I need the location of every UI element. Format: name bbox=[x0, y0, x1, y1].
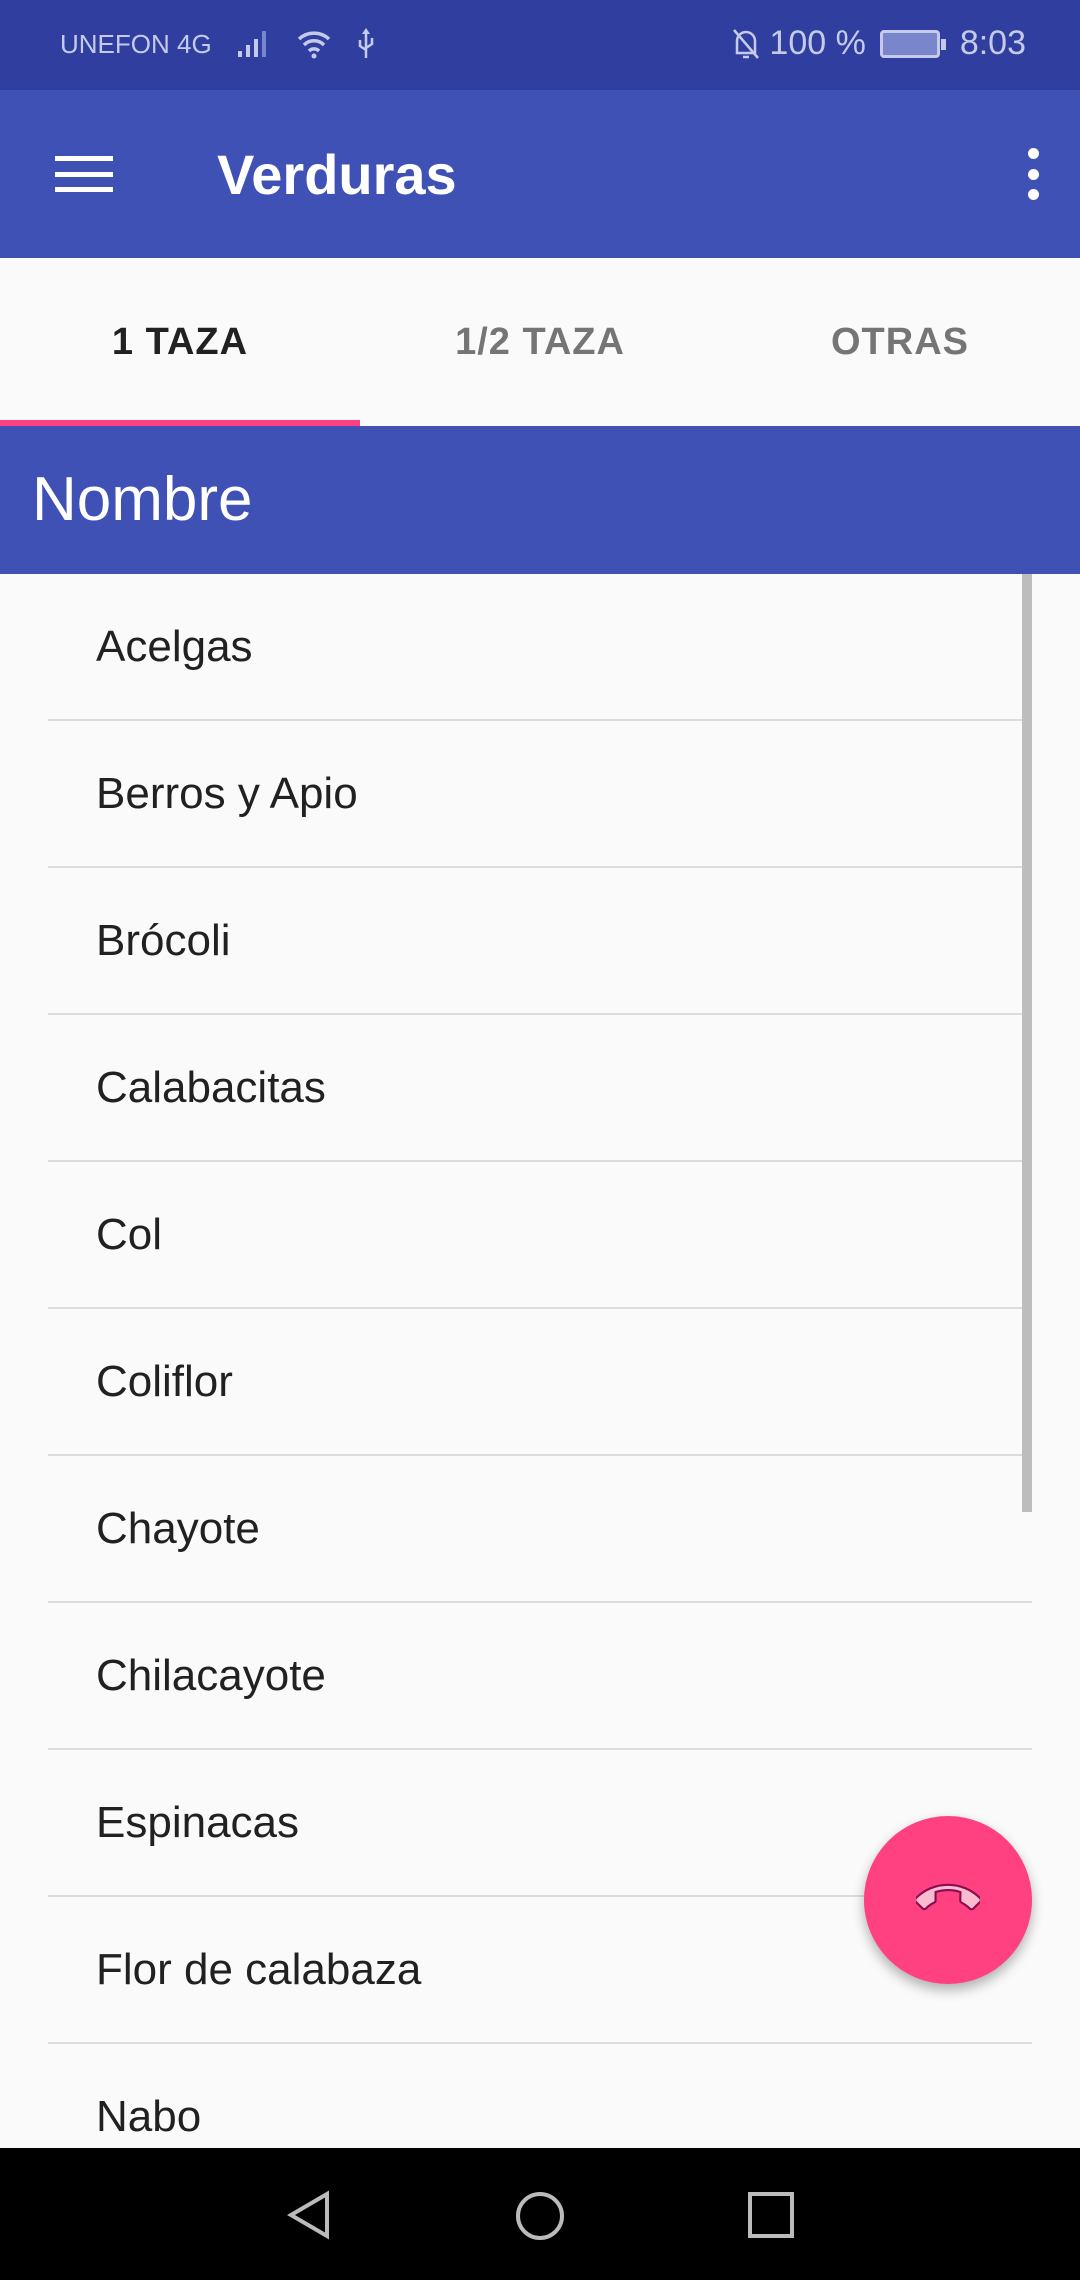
list-item[interactable]: Brócoli bbox=[48, 868, 1032, 1015]
app-bar: Verduras bbox=[0, 90, 1080, 258]
tab-1-taza[interactable]: 1 TAZA bbox=[0, 258, 360, 426]
navigation-bar bbox=[0, 2148, 1080, 2280]
carrier-label: UNEFON 4G bbox=[60, 28, 212, 59]
list-item[interactable]: Calabacitas bbox=[48, 1015, 1032, 1162]
battery-percent: 100 % bbox=[769, 24, 866, 62]
hamburger-icon[interactable] bbox=[55, 156, 113, 192]
list-item[interactable]: Chilacayote bbox=[48, 1603, 1032, 1750]
call-fab-button[interactable] bbox=[864, 1816, 1032, 1984]
back-icon[interactable] bbox=[285, 2190, 335, 2240]
list-item[interactable]: Chayote bbox=[48, 1456, 1032, 1603]
notifications-off-icon bbox=[733, 28, 760, 59]
list-item[interactable]: Coliflor bbox=[48, 1309, 1032, 1456]
more-vert-icon[interactable] bbox=[1026, 148, 1040, 200]
battery-icon bbox=[879, 29, 946, 58]
page-title: Verduras bbox=[217, 143, 457, 206]
scrollbar[interactable] bbox=[1022, 574, 1032, 1512]
wifi-icon bbox=[297, 31, 330, 59]
list-item[interactable]: Berros y Apio bbox=[48, 721, 1032, 868]
tab-half-taza[interactable]: 1/2 TAZA bbox=[360, 258, 720, 426]
list-item[interactable]: Acelgas bbox=[48, 574, 1032, 721]
phone-icon bbox=[916, 1883, 980, 1911]
signal-icon bbox=[237, 31, 266, 57]
home-icon[interactable] bbox=[514, 2190, 566, 2242]
usb-icon bbox=[358, 28, 373, 58]
recents-icon[interactable] bbox=[746, 2190, 796, 2240]
clock: 8:03 bbox=[959, 24, 1026, 62]
tab-otras[interactable]: OTRAS bbox=[720, 258, 1080, 426]
list-item[interactable]: Col bbox=[48, 1162, 1032, 1309]
list-item[interactable]: Nabo bbox=[48, 2044, 1032, 2148]
tab-bar: 1 TAZA 1/2 TAZA OTRAS bbox=[0, 258, 1080, 426]
column-header: Nombre bbox=[0, 426, 1080, 574]
status-bar: UNEFON 4G 100 % 8:03 bbox=[0, 0, 1080, 90]
